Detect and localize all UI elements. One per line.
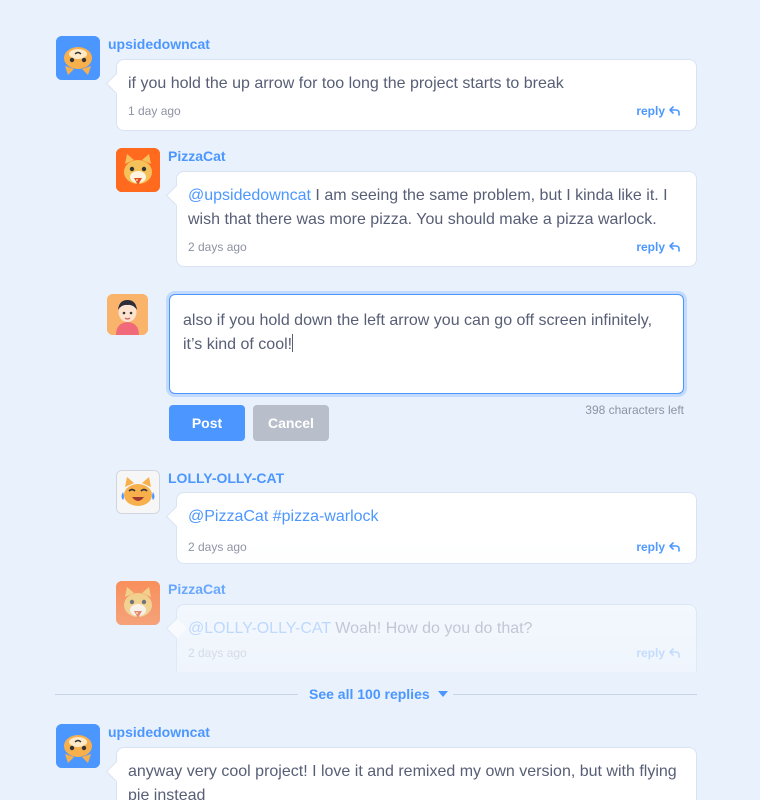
comment-bubble: anyway very cool project! I love it and … [116,747,697,800]
avatar-upsidedowncat[interactable] [56,724,100,768]
divider [55,694,298,695]
avatar-lolly-olly-cat[interactable] [116,470,160,514]
reply-button[interactable]: reply [636,240,680,254]
comment-username[interactable]: upsidedowncat [108,36,210,52]
comment-username[interactable]: PizzaCat [168,581,226,597]
avatar-upsidedowncat[interactable] [56,36,100,80]
comment-username[interactable]: upsidedowncat [108,724,210,740]
mention-link[interactable]: @upsidedowncat [188,187,311,204]
avatar-pizzacat[interactable] [116,148,160,192]
comment-text: @upsidedowncat I am seeing the same prob… [188,184,684,232]
comment-username[interactable]: PizzaCat [168,148,226,164]
reply-textarea[interactable]: also if you hold down the left arrow you… [169,294,684,394]
divider [453,694,697,695]
reply-label: reply [636,540,665,554]
text-caret [292,334,294,352]
comment-bubble: if you hold the up arrow for too long th… [116,59,697,131]
comment-timestamp: 1 day ago [128,104,181,118]
reply-arrow-icon [669,542,680,552]
upside-down-cat-avatar-icon [56,36,100,80]
upside-down-cat-avatar-icon [56,724,100,768]
caret-down-icon [437,691,448,697]
characters-left: 398 characters left [585,403,684,417]
reply-label: reply [636,104,665,118]
comment-timestamp: 2 days ago [188,646,247,660]
avatar-pizzacat[interactable] [116,581,160,625]
post-button[interactable]: Post [169,405,245,441]
comment-username[interactable]: LOLLY-OLLY-CAT [168,470,284,486]
user-avatar-icon [107,294,148,335]
see-all-replies-button[interactable]: See all 100 replies [309,686,448,702]
reply-button[interactable]: reply [636,540,680,554]
see-all-replies-label: See all 100 replies [309,686,430,702]
comment-text: @LOLLY-OLLY-CAT Woah! How do you do that… [188,617,684,641]
reply-textarea-value: also if you hold down the left arrow you… [183,312,653,353]
reply-button[interactable]: reply [636,104,680,118]
comment-text: @PizzaCat #pizza-warlock [188,508,379,525]
cancel-button[interactable]: Cancel [253,405,329,441]
comment-timestamp: 2 days ago [188,240,247,254]
comment-timestamp: 2 days ago [188,540,247,554]
crying-laughing-cat-avatar-icon [117,471,159,513]
reply-button[interactable]: reply [636,646,680,660]
pizza-cat-avatar-icon [116,148,160,192]
reply-label: reply [636,646,665,660]
comment-text: if you hold the up arrow for too long th… [128,75,564,92]
comment-bubble: @PizzaCat #pizza-warlock 2 days ago repl… [176,492,697,564]
comment-bubble: @LOLLY-OLLY-CAT Woah! How do you do that… [176,604,697,672]
reply-arrow-icon [669,242,680,252]
comment-body: Woah! How do you do that? [330,620,533,637]
comment-text: anyway very cool project! I love it and … [128,763,677,800]
avatar-current-user [107,294,148,335]
reply-arrow-icon [669,648,680,658]
pizza-cat-avatar-icon [116,581,160,625]
mention-link[interactable]: @LOLLY-OLLY-CAT [188,620,331,637]
reply-arrow-icon [669,106,680,116]
comment-bubble: @upsidedowncat I am seeing the same prob… [176,171,697,267]
reply-label: reply [636,240,665,254]
see-all-replies: See all 100 replies [55,684,697,704]
